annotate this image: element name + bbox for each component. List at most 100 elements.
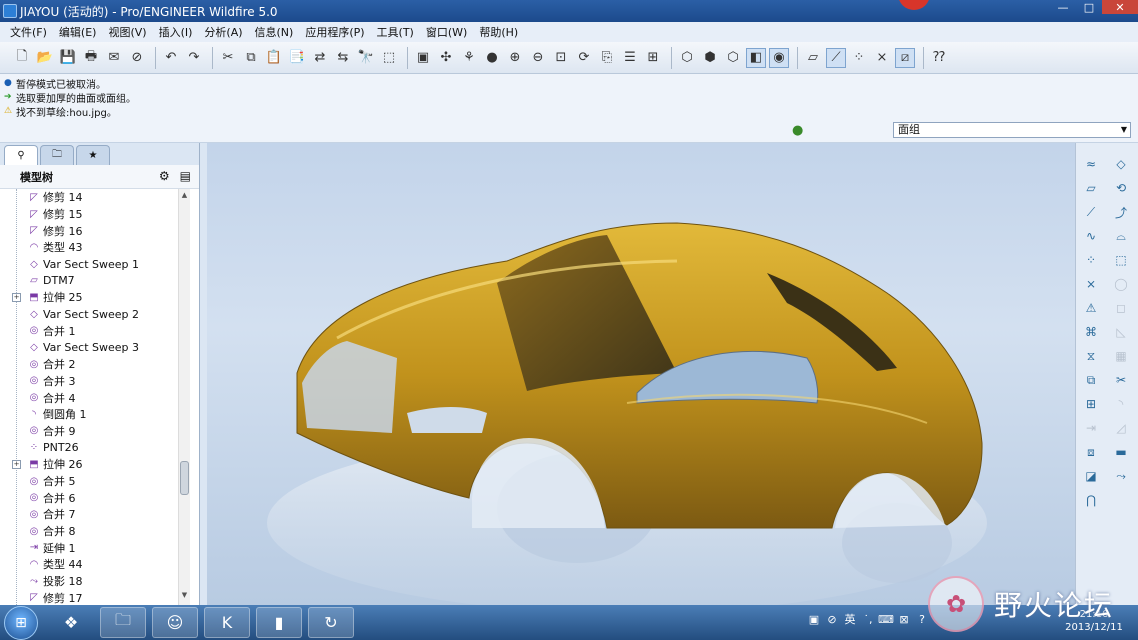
close-window-icon[interactable]: ⊘	[127, 48, 147, 68]
menu-item[interactable]: 窗口(W)	[420, 24, 473, 40]
menu-item[interactable]: 文件(F)	[4, 24, 53, 40]
folder-browser-tab-icon[interactable]: 🗀	[40, 145, 74, 165]
saved-views-icon[interactable]: ⎘	[597, 48, 617, 68]
tree-item[interactable]: ◇ Var Sect Sweep 1	[0, 256, 190, 273]
sweep-tool-icon[interactable]: ⤴	[1112, 203, 1130, 221]
undo-icon[interactable]: ↶	[161, 48, 181, 68]
tree-item[interactable]: ◸ 修剪 14	[0, 189, 190, 206]
cut-icon[interactable]: ✂	[218, 48, 238, 68]
thicken-tool-icon[interactable]: ▬	[1112, 443, 1130, 461]
menu-item[interactable]: 编辑(E)	[53, 24, 103, 40]
tree-item[interactable]: + ⬒ 拉伸 25	[0, 289, 190, 306]
regenerate-icon[interactable]: ⇄	[310, 48, 330, 68]
tree-item[interactable]: ◎ 合并 1	[0, 323, 190, 340]
tree-item[interactable]: ⇥ 延伸 1	[0, 539, 190, 556]
tree-item[interactable]: ◎ 合并 8	[0, 523, 190, 540]
no-hidden-icon[interactable]: ⬡	[723, 48, 743, 68]
tree-item[interactable]: ◎ 合并 6	[0, 489, 190, 506]
tree-scrollbar[interactable]: ▲ ▼	[178, 189, 190, 605]
surface-tool-icon[interactable]: ◇	[1112, 155, 1130, 173]
expand-icon[interactable]: +	[12, 292, 21, 302]
hidden-line-icon[interactable]: ⬢	[700, 48, 720, 68]
context-help-icon[interactable]: ⁇	[929, 48, 949, 68]
tree-item[interactable]: ◝ 倒圆角 1	[0, 406, 190, 423]
tree-item[interactable]: ◸ 修剪 16	[0, 222, 190, 239]
boundary-blend-icon[interactable]: ⬚	[1112, 251, 1130, 269]
panel-splitter[interactable]	[200, 143, 207, 605]
wireframe-icon[interactable]: ⬡	[677, 48, 697, 68]
menu-item[interactable]: 分析(A)	[198, 24, 248, 40]
menu-item[interactable]: 帮助(H)	[473, 24, 524, 40]
tree-item[interactable]: ◎ 合并 5	[0, 473, 190, 490]
tree-item[interactable]: ◎ 合并 2	[0, 356, 190, 373]
tree-item[interactable]: ◸ 修剪 15	[0, 206, 190, 223]
zoom-out-icon[interactable]: ⊖	[528, 48, 548, 68]
menu-item[interactable]: 信息(N)	[249, 24, 300, 40]
orient-mode-icon[interactable]: ⚘	[459, 48, 479, 68]
datum-plane-tool-icon[interactable]: ▱	[1082, 179, 1100, 197]
menu-item[interactable]: 应用程序(P)	[299, 24, 370, 40]
tray-icon[interactable]: ▣	[806, 611, 822, 627]
tree-item[interactable]: ◎ 合并 9	[0, 423, 190, 440]
copy-icon[interactable]: ⧉	[241, 48, 261, 68]
csys-tool-icon[interactable]: ⨯	[1082, 275, 1100, 293]
tree-item[interactable]: + ⬒ 拉伸 26	[0, 456, 190, 473]
menu-item[interactable]: 工具(T)	[371, 24, 420, 40]
open-icon[interactable]: 📂	[35, 48, 55, 68]
explorer-icon[interactable]: 🗀	[100, 607, 146, 638]
tree-item[interactable]: ◎ 合并 3	[0, 373, 190, 390]
expand-icon[interactable]: +	[12, 459, 21, 469]
tree-item[interactable]: ◇ Var Sect Sweep 3	[0, 339, 190, 356]
mirror-tool-icon[interactable]: ⧖	[1082, 347, 1100, 365]
tree-item[interactable]: ◎ 合并 7	[0, 506, 190, 523]
offset-tool-icon[interactable]: ⧈	[1082, 443, 1100, 461]
start-button[interactable]: ⊞	[4, 606, 38, 640]
datum-axes-icon[interactable]: ⟋	[826, 47, 846, 68]
copy-geom-icon[interactable]: ⌘	[1082, 323, 1100, 341]
refit-icon[interactable]: ⊡	[551, 48, 571, 68]
tree-item[interactable]: ◠ 类型 44	[0, 556, 190, 573]
tree-item[interactable]: ◇ Var Sect Sweep 2	[0, 306, 190, 323]
new-icon[interactable]: 🗋	[12, 48, 32, 68]
tree-settings-icon[interactable]: ⚙	[159, 169, 170, 183]
maximize-button[interactable]: □	[1076, 0, 1102, 14]
tray-icon[interactable]: 英	[842, 611, 858, 627]
annotation-display-icon[interactable]: ⧄	[895, 47, 915, 68]
select-box-icon[interactable]: ⬚	[379, 48, 399, 68]
sketch-tool-icon[interactable]: ≈	[1082, 155, 1100, 173]
tray-icon[interactable]: ˙,	[860, 611, 876, 627]
layers-icon[interactable]: ☰	[620, 48, 640, 68]
windows-flag-icon[interactable]: ❖	[48, 607, 94, 638]
paste-icon[interactable]: 📋	[264, 48, 284, 68]
tray-icon[interactable]: ⌨	[878, 611, 894, 627]
repaint-icon[interactable]: ▣	[413, 48, 433, 68]
k-app-icon[interactable]: K	[204, 607, 250, 638]
model-tree-tab-icon[interactable]: ⚲	[4, 145, 38, 165]
tray-icon[interactable]: ⊘	[824, 611, 840, 627]
datum-axis-tool-icon[interactable]: ⟋	[1082, 203, 1100, 221]
qq-users-icon[interactable]: ☺	[152, 607, 198, 638]
analysis-feature-icon[interactable]: ⚠	[1082, 299, 1100, 317]
scroll-up-icon[interactable]: ▲	[179, 191, 190, 203]
revolve-tool-icon[interactable]: ⟲	[1112, 179, 1130, 197]
menu-item[interactable]: 视图(V)	[102, 24, 152, 40]
tree-item[interactable]: ⤳ 投影 18	[0, 573, 190, 590]
blend-tool-icon[interactable]: ⌓	[1112, 227, 1130, 245]
merge-tool-icon[interactable]: ⧉	[1082, 371, 1100, 389]
project-tool-icon[interactable]: ⤳	[1112, 467, 1130, 485]
datum-planes-icon[interactable]: ▱	[803, 48, 823, 68]
scroll-thumb[interactable]	[180, 461, 189, 495]
send-mail-icon[interactable]: ✉	[104, 48, 124, 68]
save-icon[interactable]: 💾	[58, 48, 78, 68]
appearance-icon[interactable]: ●	[482, 48, 502, 68]
point-display-icon[interactable]: ⁘	[849, 48, 869, 68]
trim-tool-icon[interactable]: ✂	[1112, 371, 1130, 389]
favorites-tab-icon[interactable]: ★	[76, 145, 110, 165]
scroll-down-icon[interactable]: ▼	[179, 591, 190, 603]
paste-special-icon[interactable]: 📑	[287, 48, 307, 68]
csys-display-icon[interactable]: ⨯	[872, 48, 892, 68]
datum-point-tool-icon[interactable]: ⁘	[1082, 251, 1100, 269]
print-icon[interactable]: 🖶	[81, 48, 101, 68]
selection-filter-dropdown[interactable]: 面组 ▼	[893, 122, 1131, 138]
find-icon[interactable]: 🔭	[356, 48, 376, 68]
